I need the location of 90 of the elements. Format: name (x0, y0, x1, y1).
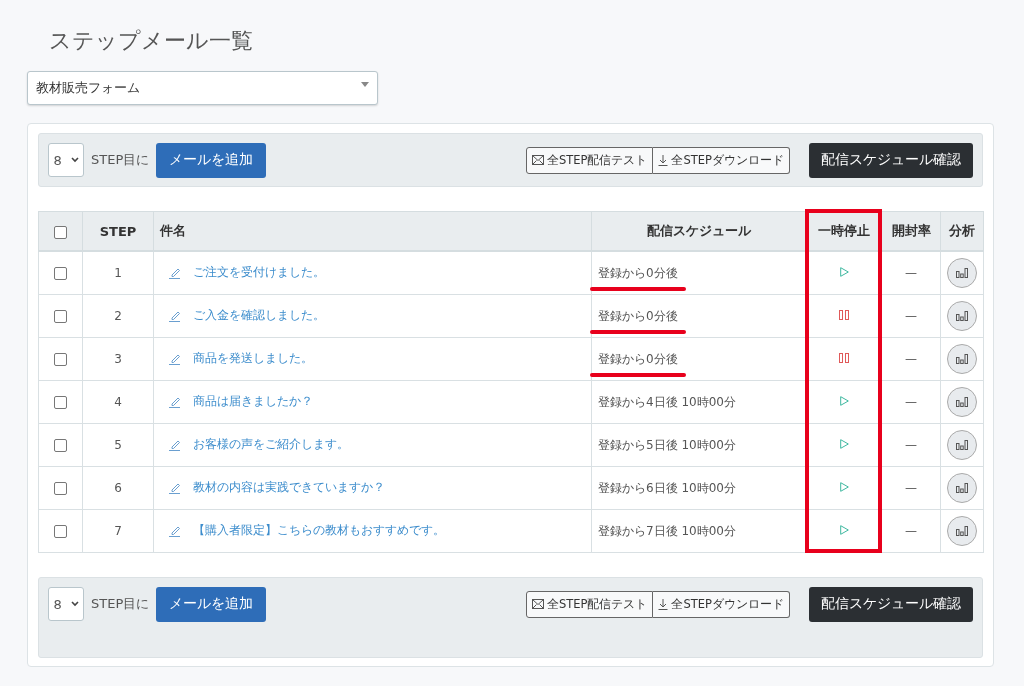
test-send-button[interactable]: 全STEP配信テスト (525, 590, 654, 618)
envelope-icon (531, 599, 544, 609)
analysis-button[interactable] (947, 301, 977, 331)
add-mail-button[interactable]: メールを追加 (156, 586, 267, 622)
bar-chart-icon (956, 397, 968, 407)
table-cell: — (905, 438, 917, 452)
table-cell: — (905, 395, 917, 409)
table-cell: 登録から0分後 (598, 351, 678, 366)
page-title: ステップメール一覧 (49, 27, 254, 55)
analysis-button[interactable] (947, 473, 977, 503)
table-cell: — (905, 266, 917, 280)
analysis-button[interactable] (947, 430, 977, 460)
row-checkbox[interactable] (54, 267, 67, 280)
pencil-icon[interactable] (168, 266, 181, 279)
column-header: 一時停止 (818, 223, 870, 238)
table-cell: 1 (114, 266, 122, 280)
analysis-button[interactable] (947, 516, 977, 546)
table-cell: 登録から0分後 (598, 265, 678, 280)
play-icon[interactable] (839, 439, 849, 449)
row-checkbox[interactable] (54, 396, 67, 409)
step-label: STEP目に (91, 151, 150, 169)
table-cell: 6 (114, 481, 122, 495)
schedule-button[interactable]: 配信スケジュール確認 (809, 142, 973, 178)
row-checkbox[interactable] (54, 482, 67, 495)
step-select[interactable]: 8 (48, 143, 84, 177)
pencil-icon[interactable] (168, 524, 181, 537)
chevron-icon (70, 157, 79, 163)
table-cell: 登録から0分後 (598, 308, 678, 323)
step-select[interactable]: 8 (48, 587, 84, 621)
subject-link[interactable]: 教材の内容は実践できていますか？ (193, 479, 385, 497)
column-header: 件名 (160, 223, 186, 238)
add-mail-button[interactable]: メールを追加 (156, 142, 267, 178)
chevron-icon (70, 601, 79, 607)
pencil-icon[interactable] (168, 481, 181, 494)
bar-chart-icon (956, 526, 968, 536)
download-icon (658, 154, 669, 166)
pencil-icon[interactable] (168, 395, 181, 408)
subject-link[interactable]: 商品は届きましたか？ (193, 393, 313, 411)
pause-icon[interactable] (839, 353, 849, 363)
table-cell: 3 (114, 352, 122, 366)
play-icon[interactable] (839, 267, 849, 277)
play-icon[interactable] (839, 482, 849, 492)
bar-chart-icon (956, 483, 968, 493)
table-cell: 登録から5日後 10時00分 (598, 437, 736, 452)
envelope-icon (531, 155, 544, 165)
table-cell: — (905, 524, 917, 538)
pencil-icon[interactable] (168, 438, 181, 451)
bar-chart-icon (956, 268, 968, 278)
bar-chart-icon (956, 440, 968, 450)
row-checkbox[interactable] (54, 310, 67, 323)
table-cell: 7 (114, 524, 122, 538)
analysis-button[interactable] (947, 258, 977, 288)
table-cell: — (905, 352, 917, 366)
bar-chart-icon (956, 311, 968, 321)
select-all-checkbox[interactable] (54, 225, 67, 239)
download-icon (658, 598, 669, 610)
pencil-icon[interactable] (168, 309, 181, 322)
column-header: STEP (99, 223, 137, 239)
column-header: 分析 (949, 223, 975, 238)
pause-icon[interactable] (839, 310, 849, 320)
table-cell: 登録から4日後 10時00分 (598, 394, 736, 409)
table-cell: 2 (114, 309, 122, 323)
test-send-button[interactable]: 全STEP配信テスト (525, 146, 654, 174)
subject-link[interactable]: お客様の声をご紹介します。 (193, 436, 349, 454)
table-cell: — (905, 481, 917, 495)
column-header: 配信スケジュール (647, 223, 751, 238)
column-header: 開封率 (891, 223, 931, 238)
table-cell: 5 (114, 438, 122, 452)
table-cell: 4 (114, 395, 122, 409)
schedule-button[interactable]: 配信スケジュール確認 (809, 586, 973, 622)
subject-link[interactable]: ご注文を受付けました。 (193, 264, 325, 282)
subject-link[interactable]: ご入金を確認しました。 (193, 307, 325, 325)
form-select[interactable]: 教材販売フォーム (27, 71, 378, 105)
download-button[interactable]: 全STEPダウンロード (653, 590, 790, 618)
table-cell: 登録から6日後 10時00分 (598, 480, 736, 495)
table-cell: — (905, 309, 917, 323)
analysis-button[interactable] (947, 387, 977, 417)
bar-chart-icon (956, 354, 968, 364)
play-icon[interactable] (839, 525, 849, 535)
pencil-icon[interactable] (168, 352, 181, 365)
subject-link[interactable]: 商品を発送しました。 (193, 350, 313, 368)
row-checkbox[interactable] (54, 439, 67, 452)
download-button[interactable]: 全STEPダウンロード (653, 146, 790, 174)
step-label: STEP目に (91, 595, 150, 613)
analysis-button[interactable] (947, 344, 977, 374)
play-icon[interactable] (839, 396, 849, 406)
table-cell: 登録から7日後 10時00分 (598, 523, 736, 538)
caret-icon (361, 82, 369, 87)
row-checkbox[interactable] (54, 525, 67, 538)
row-checkbox[interactable] (54, 353, 67, 366)
